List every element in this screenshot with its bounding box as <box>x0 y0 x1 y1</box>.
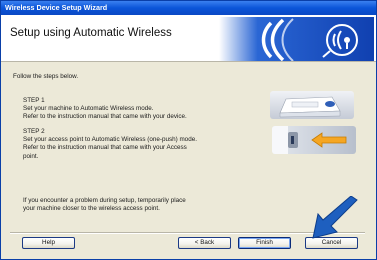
tip-line-2: your machine closer to the wireless acce… <box>23 205 160 213</box>
title-bar[interactable]: Wireless Device Setup Wizard <box>1 1 376 15</box>
step-2-line-3: point. <box>23 152 39 160</box>
tip-line-1: If you encounter a problem during setup,… <box>23 197 186 204</box>
step-1-heading: STEP 1 <box>23 97 45 104</box>
step-1: STEP 1 Set your machine to Automatic Wir… <box>23 97 187 122</box>
back-button[interactable]: < Back <box>178 237 231 249</box>
page-title: Setup using Automatic Wireless <box>10 27 172 39</box>
access-point-button-illustration <box>272 126 356 154</box>
wizard-header: Setup using Automatic Wireless <box>1 15 376 62</box>
setup-wizard-window: Wireless Device Setup Wizard Setup using… <box>0 0 377 260</box>
step-1-line-2: Refer to the instruction manual that cam… <box>23 113 187 121</box>
step-1-line-1: Set your machine to Automatic Wireless m… <box>23 105 154 113</box>
wireless-waves-icon <box>219 17 374 61</box>
printer-illustration <box>270 91 354 119</box>
help-button[interactable]: Help <box>22 237 75 249</box>
step-2-line-2: Refer to the instruction manual that cam… <box>23 144 187 152</box>
step-2: STEP 2 Set your access point to Automati… <box>23 128 197 161</box>
finish-button[interactable]: Finish <box>238 237 291 249</box>
setup-tip: If you encounter a problem during setup,… <box>23 197 186 213</box>
window-title: Wireless Device Setup Wizard <box>5 3 108 12</box>
blue-pointer-arrow <box>312 196 358 239</box>
instructions-text: Follow the steps below. <box>13 73 79 80</box>
step-2-line-1: Set your access point to Automatic Wirel… <box>23 136 197 144</box>
step-2-heading: STEP 2 <box>23 128 45 135</box>
